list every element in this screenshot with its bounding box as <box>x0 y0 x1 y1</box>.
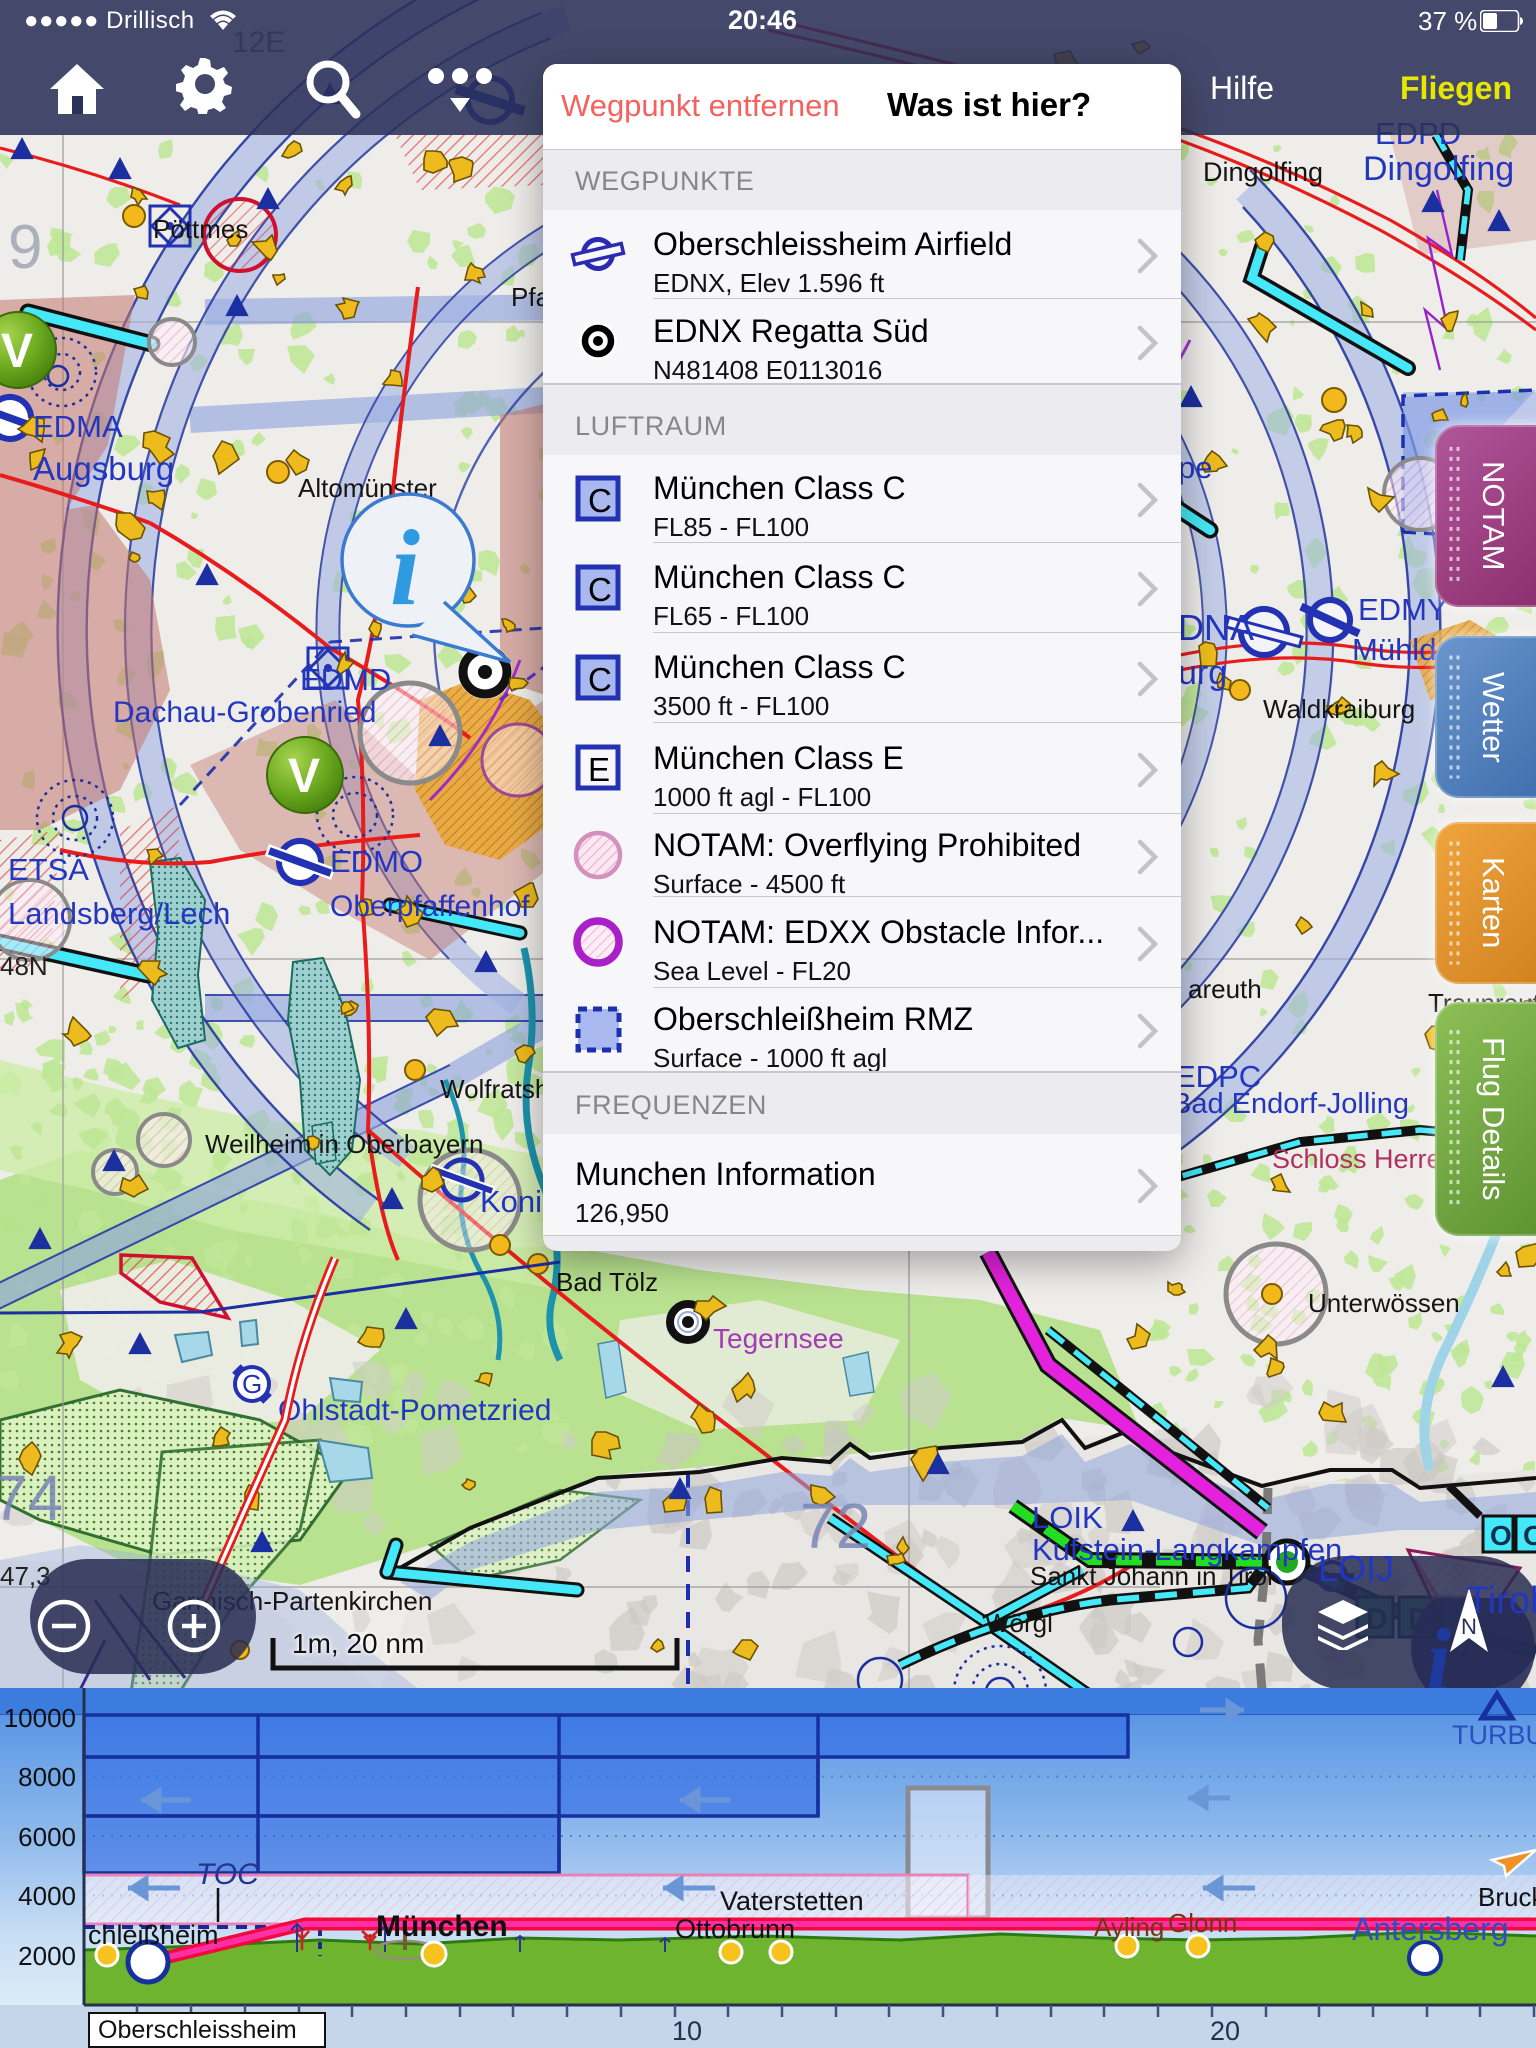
svg-text:EDMA: EDMA <box>33 409 123 444</box>
svg-text:Antersberg: Antersberg <box>1352 1911 1509 1947</box>
svg-text:Ayling: Ayling <box>1094 1912 1164 1942</box>
svg-text:Oberpfaffenhof: Oberpfaffenhof <box>330 890 530 923</box>
svg-text:Bruck: Bruck <box>1478 1882 1536 1912</box>
svg-text:O: O <box>1523 1520 1536 1551</box>
svg-text:Ohlstadt-Pometzried: Ohlstadt-Pometzried <box>278 1394 551 1427</box>
svg-text:urg: urg <box>1178 654 1227 692</box>
svg-text:TURBU: TURBU <box>1452 1720 1536 1750</box>
svg-text:DNA: DNA <box>1178 607 1254 648</box>
svg-text:Bad Endorf-Jolling: Bad Endorf-Jolling <box>1172 1088 1409 1120</box>
svg-text:Unterwössen: Unterwössen <box>1308 1288 1460 1318</box>
svg-text:Landsberg/Lech: Landsberg/Lech <box>8 896 230 931</box>
svg-text:Glonn: Glonn <box>1168 1908 1237 1938</box>
svg-text:48N: 48N <box>0 951 48 981</box>
svg-text:V: V <box>1 325 33 378</box>
svg-text:9: 9 <box>8 213 42 282</box>
svg-text:Waldkraiburg: Waldkraiburg <box>1263 694 1415 724</box>
svg-text:Dingolfing: Dingolfing <box>1363 150 1514 188</box>
svg-text:TOC: TOC <box>196 1858 259 1891</box>
svg-text:EDMD: EDMD <box>300 662 391 697</box>
svg-text:Tegernsee: Tegernsee <box>713 1323 844 1354</box>
svg-text:E: E <box>588 751 610 788</box>
svg-text:C: C <box>588 661 612 698</box>
svg-text:Vaterstetten: Vaterstetten <box>720 1886 864 1916</box>
svg-text:EDMO: EDMO <box>330 844 423 879</box>
svg-text:Weilheim in Oberbayern: Weilheim in Oberbayern <box>205 1129 483 1159</box>
svg-text:ETSA: ETSA <box>8 852 89 887</box>
svg-text:Ottobrunn: Ottobrunn <box>675 1914 795 1944</box>
svg-text:74: 74 <box>0 1462 63 1534</box>
svg-text:EDMY: EDMY <box>1358 592 1448 627</box>
svg-text:G: G <box>242 1369 262 1399</box>
svg-text:Bad Tölz: Bad Tölz <box>556 1267 658 1297</box>
svg-text:O: O <box>1490 1520 1512 1551</box>
svg-text:pe: pe <box>1178 450 1212 485</box>
svg-text:C: C <box>588 482 612 519</box>
svg-text:C: C <box>588 571 612 608</box>
svg-text:Dingolfing: Dingolfing <box>1203 157 1323 187</box>
svg-text:München: München <box>376 1910 508 1943</box>
svg-text:chleißheim: chleißheim <box>88 1920 219 1950</box>
svg-text:i: i <box>390 509 420 628</box>
svg-text:Koni: Koni <box>480 1184 542 1219</box>
svg-text:Dachau-Grobenried: Dachau-Grobenried <box>113 696 376 729</box>
svg-text:Pöttmes: Pöttmes <box>153 214 248 244</box>
svg-text:Schloss Herren: Schloss Herren <box>1272 1144 1457 1174</box>
svg-text:Sankt Johann in Tirol: Sankt Johann in Tirol <box>1030 1561 1273 1591</box>
svg-text:72: 72 <box>800 1490 871 1562</box>
svg-text:Augsburg: Augsburg <box>33 450 174 487</box>
svg-text:Wörgl: Wörgl <box>985 1608 1053 1638</box>
svg-text:areuth: areuth <box>1188 974 1262 1004</box>
svg-text:LOIK: LOIK <box>1032 1500 1103 1535</box>
svg-text:V: V <box>288 750 320 803</box>
